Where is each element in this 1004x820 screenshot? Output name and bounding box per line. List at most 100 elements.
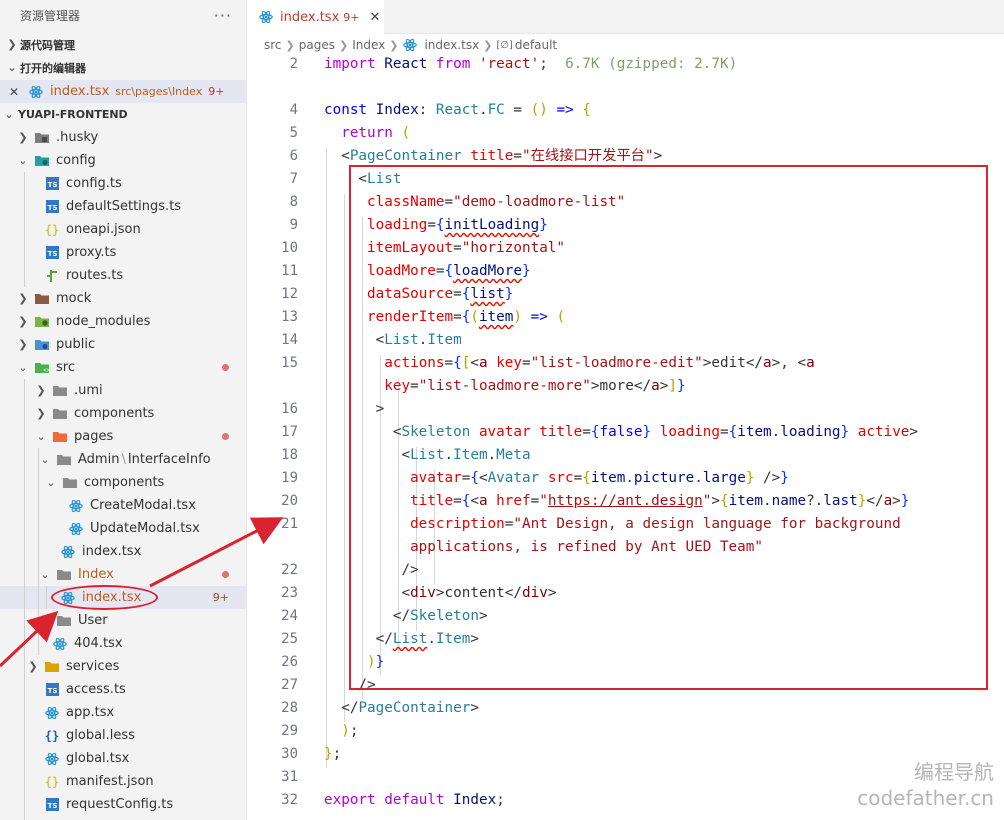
folder-icon	[56, 613, 72, 629]
folder-open-icon	[56, 567, 72, 583]
breadcrumb-src[interactable]: src	[264, 38, 282, 52]
folder-mock-icon	[34, 291, 50, 307]
react-icon	[68, 498, 84, 514]
tree-file-global-less[interactable]: {} global.less	[0, 724, 247, 747]
chevron-right-icon: ❯	[18, 338, 28, 351]
chevron-right-icon: ❯	[28, 660, 38, 673]
tree-folder-components[interactable]: ❯ components	[0, 402, 247, 425]
tree-folder-mock[interactable]: ❯ mock	[0, 287, 247, 310]
tree-folder-husky[interactable]: ❯ .husky	[0, 126, 247, 149]
code-line-22: />	[324, 562, 419, 578]
chevron-right-icon: ❯	[18, 292, 28, 305]
code-line-8: className="demo-loadmore-list"	[367, 194, 626, 210]
code-line-7: <List	[324, 171, 402, 187]
project-section[interactable]: ⌄ YUAPI-FRONTEND	[0, 103, 247, 126]
tree-file-requestconfig-ts[interactable]: TS requestConfig.ts	[0, 793, 247, 816]
breadcrumb-pages[interactable]: pages	[299, 38, 335, 52]
open-editor-name: index.tsx	[50, 84, 110, 99]
react-icon	[60, 544, 76, 560]
code-line-24: </Skeleton>	[324, 608, 488, 624]
explorer-title: 资源管理器	[20, 8, 81, 23]
tree-folder-node-modules[interactable]: ❯ node_modules	[0, 310, 247, 333]
chevron-down-icon: ⌄	[18, 361, 28, 374]
source-control-label: 源代码管理	[20, 38, 75, 52]
tree-file-oneapi-json[interactable]: {} oneapi.json	[0, 218, 247, 241]
typescript-icon: TS	[44, 682, 60, 698]
chevron-right-icon: ❯	[389, 38, 399, 52]
tree-file-defaultsettings-ts[interactable]: TS defaultSettings.ts	[0, 195, 247, 218]
code-line-12: dataSource={list}	[367, 286, 514, 302]
code-line-21a: description="Ant Design, a design langua…	[410, 516, 901, 532]
close-icon[interactable]: ✕	[0, 85, 28, 99]
chevron-down-icon: ⌄	[7, 61, 17, 74]
tree-folder-pages[interactable]: ⌄ pages	[0, 425, 247, 448]
react-icon	[52, 636, 68, 652]
react-icon	[402, 37, 418, 53]
tree-folder-umi[interactable]: ❯ .umi	[0, 379, 247, 402]
chevron-down-icon: ⌄	[46, 476, 56, 489]
open-editors-section[interactable]: ⌄ 打开的编辑器	[0, 56, 246, 79]
chevron-right-icon: ❯	[285, 38, 295, 52]
open-editor-item[interactable]: ✕ index.tsx src\pages\Index 9+	[0, 80, 247, 103]
code-line-2: import React from 'react'; 6.7K (gzipped…	[324, 56, 738, 72]
code-line-21b: applications, is refined by Ant UED Team…	[410, 539, 763, 555]
folder-public-icon	[34, 337, 50, 353]
chevron-right-icon: ❯	[36, 407, 46, 420]
tree-file-app-tsx[interactable]: app.tsx	[0, 701, 247, 724]
tree-folder-public[interactable]: ❯ public	[0, 333, 247, 356]
json-icon: {}	[44, 222, 60, 237]
code-line-4: const Index: React.FC = () => {	[324, 102, 591, 118]
code-line-15a: actions={[<a key="list-loadmore-edit">ed…	[384, 355, 815, 371]
folder-pages-icon	[52, 429, 68, 445]
tree-folder-src[interactable]: ⌄ <> src	[0, 356, 247, 379]
folder-src-icon: <>	[34, 360, 50, 376]
tree-file-proxy-ts[interactable]: TS proxy.ts	[0, 241, 247, 264]
code-line-26: )}	[367, 654, 385, 670]
breadcrumb-index[interactable]: Index	[352, 38, 385, 52]
tab-problem-badge: 9+	[343, 10, 360, 24]
folder-open-icon	[56, 452, 72, 468]
tree-file-manifest-json[interactable]: {} manifest.json	[0, 770, 247, 793]
chevron-right-icon: ❯	[7, 38, 17, 51]
tree-folder-config[interactable]: ⌄ config	[0, 149, 247, 172]
svg-text:<>: <>	[43, 367, 50, 374]
folder-open-icon	[62, 475, 78, 491]
tab-index-tsx[interactable]: index.tsx 9+ ✕	[248, 0, 384, 34]
tab-label: index.tsx	[280, 9, 340, 25]
typescript-icon: TS	[44, 199, 60, 215]
tree-file-access-ts[interactable]: TS access.ts	[0, 678, 247, 701]
folder-node-icon	[34, 314, 50, 330]
explorer-header: 资源管理器 ···	[0, 0, 246, 30]
typescript-icon: TS	[44, 245, 60, 261]
less-icon: {}	[44, 728, 60, 743]
code-line-11: loadMore={loadMore}	[367, 263, 531, 279]
code-line-28: </PageContainer>	[324, 700, 479, 716]
chevron-down-icon: ⌄	[4, 108, 14, 121]
tree-file-config-ts[interactable]: TS config.ts	[0, 172, 247, 195]
code-line-19: avatar={<Avatar src={item.picture.large}…	[410, 470, 789, 486]
close-icon[interactable]: ✕	[369, 10, 380, 25]
open-editor-path: src\pages\Index	[115, 85, 203, 98]
chevron-right-icon: ❯	[338, 38, 349, 52]
tree-file-routes-ts[interactable]: routes.ts	[0, 264, 247, 287]
react-icon	[44, 751, 60, 767]
chevron-right-icon: ❯	[18, 131, 28, 144]
routes-icon	[44, 268, 60, 284]
code-line-20: title={<a href="https://ant.design">{ite…	[410, 493, 910, 509]
code-line-18: <List.Item.Meta	[324, 447, 531, 463]
watermark-title: 编程导航	[914, 760, 994, 784]
tree-folder-services[interactable]: ❯ services	[0, 655, 247, 678]
modified-dot	[222, 571, 229, 578]
more-actions-icon[interactable]: ···	[214, 6, 232, 25]
code-editor[interactable]: 2 4 5 6 7 8 9 10 11 12 13 14 15 16 17 18…	[248, 56, 1004, 820]
typescript-icon: TS	[44, 797, 60, 813]
folder-icon	[52, 406, 68, 422]
typescript-icon: TS	[44, 176, 60, 192]
chevron-right-icon: ❯	[36, 384, 46, 397]
breadcrumb-symbol[interactable]: [∅] default	[496, 38, 557, 52]
breadcrumb-file[interactable]: index.tsx	[402, 37, 479, 53]
source-control-section[interactable]: ❯ 源代码管理	[0, 33, 246, 56]
code-line-10: itemLayout="horizontal"	[367, 240, 566, 256]
react-icon	[28, 84, 44, 100]
tree-file-global-tsx[interactable]: global.tsx	[0, 747, 247, 770]
